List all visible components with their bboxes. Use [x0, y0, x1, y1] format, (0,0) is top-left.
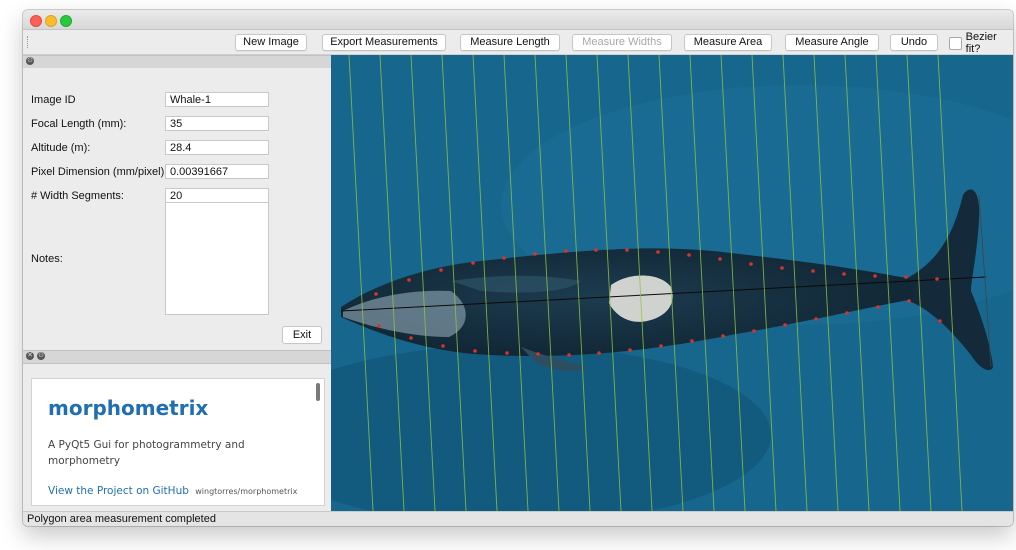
export-measurements-button[interactable]: Export Measurements — [322, 34, 446, 51]
about-panel-header: ✕ ⊙ — [23, 350, 331, 364]
repo-name: wingtorres/morphometrix — [195, 487, 298, 496]
about-description: A PyQt5 Gui for photogrammetry and morph… — [48, 439, 245, 467]
title-bar — [23, 10, 1013, 30]
width-segments-input[interactable]: 20 — [165, 188, 269, 203]
altitude-label: Altitude (m): — [31, 142, 91, 154]
notes-label: Notes: — [31, 253, 63, 265]
measure-widths-button[interactable]: Measure Widths — [572, 34, 672, 51]
new-image-button[interactable]: New Image — [235, 34, 307, 51]
webview-scrollbar[interactable] — [316, 383, 320, 401]
about-title: morphometrix — [48, 396, 209, 420]
float-icon[interactable]: ⊙ — [26, 57, 34, 65]
form-panel-header: ⊙ — [23, 55, 331, 69]
image-info-form: Image ID Whale-1 Focal Length (mm): 35 A… — [23, 68, 331, 350]
github-link-text[interactable]: View the Project on GitHub — [48, 485, 189, 497]
width-segments-label: # Width Segments: — [31, 190, 124, 202]
bezier-fit-label: Bezier fit? — [965, 31, 997, 55]
image-id-input[interactable]: Whale-1 — [165, 92, 269, 107]
app-window: New Image Export Measurements Measure Le… — [23, 10, 1013, 526]
pixel-dimension-input[interactable]: 0.00391667 — [165, 164, 269, 179]
measure-area-button[interactable]: Measure Area — [684, 34, 772, 51]
status-bar: Polygon area measurement completed — [23, 511, 1013, 526]
whale-image — [331, 55, 1013, 511]
bezier-fit-checkbox[interactable]: Bezier fit? — [949, 31, 1013, 55]
github-link[interactable]: View the Project on GitHub wingtorres/mo… — [48, 485, 297, 497]
toolbar: New Image Export Measurements Measure Le… — [23, 30, 1013, 55]
zoom-window-button[interactable] — [60, 15, 72, 27]
undo-button[interactable]: Undo — [890, 34, 938, 51]
measure-angle-button[interactable]: Measure Angle — [785, 34, 879, 51]
close-icon[interactable]: ✕ — [26, 352, 34, 360]
minimize-window-button[interactable] — [45, 15, 57, 27]
close-window-button[interactable] — [30, 15, 42, 27]
focal-length-label: Focal Length (mm): — [31, 118, 127, 130]
toolbar-grip[interactable] — [27, 36, 30, 48]
altitude-input[interactable]: 28.4 — [165, 140, 269, 155]
exit-button[interactable]: Exit — [282, 326, 322, 344]
measure-length-button[interactable]: Measure Length — [460, 34, 560, 51]
float-icon[interactable]: ⊙ — [37, 352, 45, 360]
image-id-label: Image ID — [31, 94, 76, 106]
notes-textarea[interactable] — [165, 202, 269, 315]
focal-length-input[interactable]: 35 — [165, 116, 269, 131]
image-canvas[interactable] — [331, 55, 1013, 511]
pixel-dimension-label: Pixel Dimension (mm/pixel) — [31, 166, 165, 178]
bezier-fit-box[interactable] — [949, 36, 962, 50]
about-webview: morphometrix A PyQt5 Gui for photogramme… — [31, 378, 325, 506]
